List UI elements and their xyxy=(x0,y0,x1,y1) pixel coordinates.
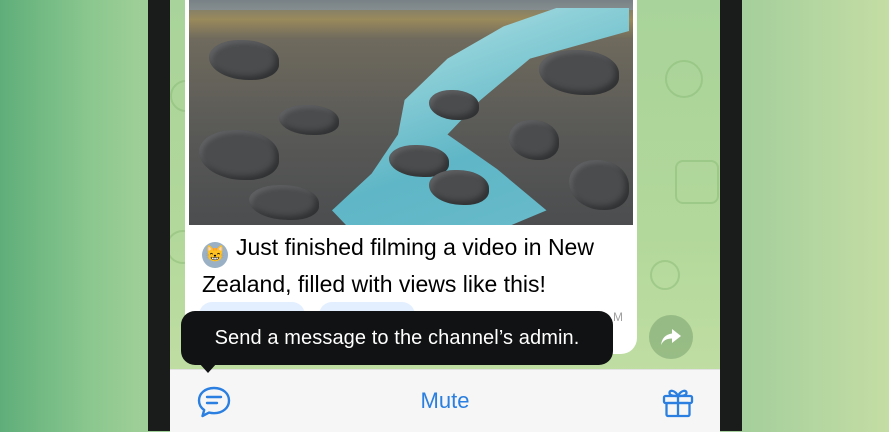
cat-emoji: 😸 xyxy=(202,242,228,268)
gift-button[interactable] xyxy=(660,384,696,420)
gift-icon xyxy=(662,389,694,418)
post-text: 😸 Just finished filming a video in New Ze… xyxy=(202,231,627,300)
post-timestamp: M xyxy=(613,310,623,324)
tooltip-pointer xyxy=(199,363,217,373)
post-photo[interactable] xyxy=(189,0,633,225)
share-button[interactable] xyxy=(649,315,693,359)
post-text-body: Just finished filming a video in New Zea… xyxy=(202,234,594,297)
photo-rock xyxy=(279,105,339,135)
chat-screen: 😸 Just finished filming a video in New Ze… xyxy=(170,0,720,431)
background-doodle xyxy=(665,60,703,98)
admin-message-tooltip: Send a message to the channel’s admin. xyxy=(181,311,613,365)
background-doodle xyxy=(675,160,719,204)
photo-rock xyxy=(249,185,319,220)
device-bezel-right xyxy=(720,0,742,431)
photo-rock xyxy=(539,50,619,95)
device-bezel-left xyxy=(148,0,170,431)
photo-rock xyxy=(209,40,279,80)
channel-bottom-bar: Mute xyxy=(170,369,720,432)
channel-post-bubble[interactable]: 😸 Just finished filming a video in New Ze… xyxy=(185,0,637,354)
background-doodle xyxy=(650,260,680,290)
photo-rock xyxy=(199,130,279,180)
share-arrow-icon xyxy=(661,329,681,345)
photo-rock xyxy=(569,160,629,210)
photo-rock xyxy=(509,120,559,160)
mute-button[interactable]: Mute xyxy=(170,370,720,432)
